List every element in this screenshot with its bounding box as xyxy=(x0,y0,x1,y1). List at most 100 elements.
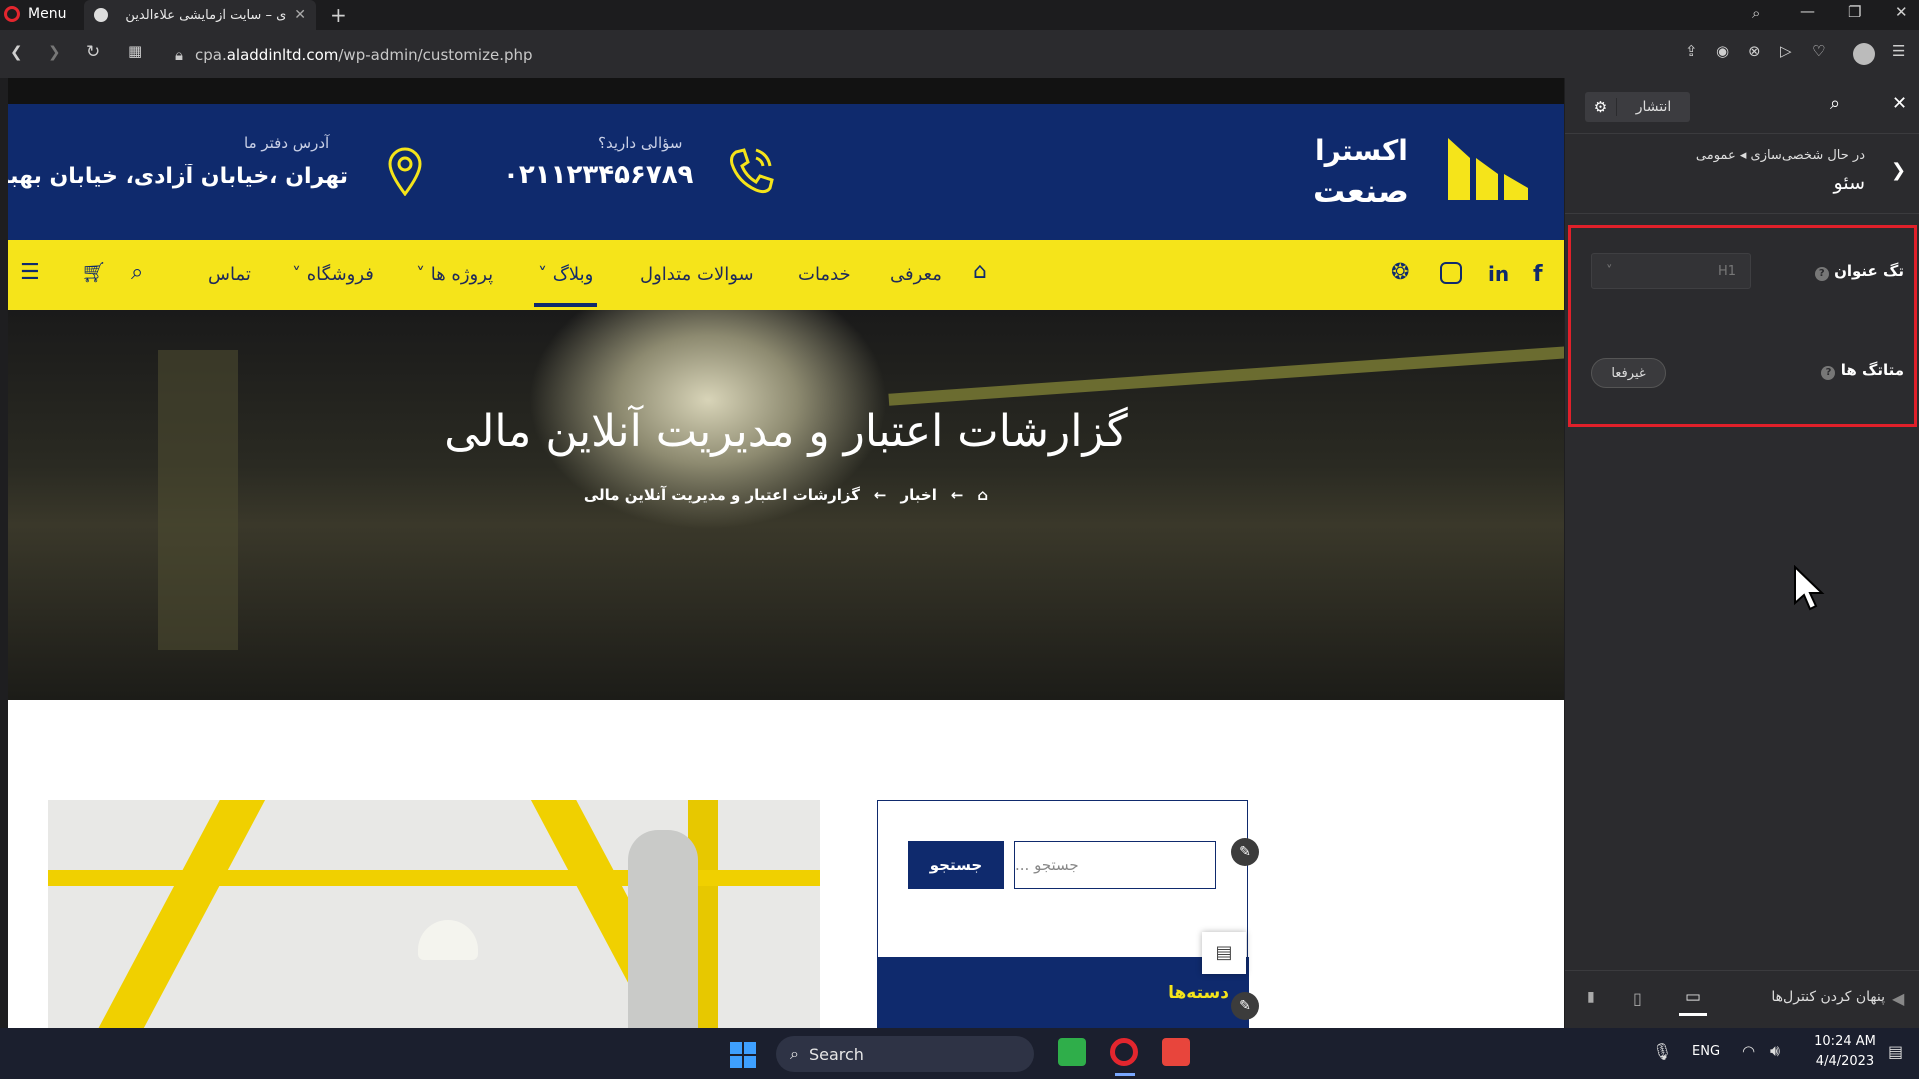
camtasia-red-icon[interactable] xyxy=(1162,1038,1190,1066)
easy-setup-icon[interactable]: ☰ xyxy=(1892,42,1905,60)
panel-search-icon[interactable]: ⌕ xyxy=(1830,93,1840,114)
linkedin-icon[interactable]: in xyxy=(1488,262,1509,286)
taskbar-search-icon: ⌕ xyxy=(790,1044,799,1063)
breadcrumb-news[interactable]: اخبار xyxy=(901,486,937,504)
clock-time[interactable]: 10:24 AM xyxy=(1810,1034,1880,1049)
back-chevron-icon[interactable]: ❯ xyxy=(1891,160,1906,181)
wifi-icon[interactable]: ◠ xyxy=(1742,1042,1755,1060)
active-app-indicator xyxy=(1115,1073,1135,1076)
settings-gear-icon[interactable]: ⚙ xyxy=(1585,98,1617,116)
reload-icon[interactable]: ↻ xyxy=(86,42,100,62)
edit-shortcut-icon[interactable]: ✎ xyxy=(1231,992,1259,1020)
hamburger-menu-icon[interactable]: ☰ xyxy=(20,260,40,285)
nav-blog-label: وبلاگ xyxy=(552,264,594,285)
highlight-box xyxy=(1568,225,1917,427)
close-tab-icon[interactable]: ✕ xyxy=(294,7,306,23)
forward-icon[interactable]: ❯ xyxy=(48,43,61,61)
logo-mark-icon xyxy=(1448,138,1530,200)
adblock-icon[interactable]: ⊗ xyxy=(1748,42,1761,60)
breadcrumb-arrow-icon: ← xyxy=(873,486,887,504)
hide-controls-button[interactable]: پنهان کردن کنترل‌ها xyxy=(1745,989,1885,1005)
publish-button[interactable]: انتشار xyxy=(1617,99,1690,115)
clock-date[interactable]: 4/4/2023 xyxy=(1810,1054,1880,1069)
volume-icon[interactable]: 🔊︎ xyxy=(1770,1041,1780,1061)
top-strip xyxy=(8,78,1564,104)
url-domain: aladdinltd.com xyxy=(226,46,339,64)
post-featured-image xyxy=(48,800,820,1028)
home-icon[interactable]: ⌂ xyxy=(973,259,987,284)
language-indicator[interactable]: ENG xyxy=(1692,1044,1720,1059)
taskbar-search-label: Search xyxy=(808,1044,864,1064)
nav-item-contact[interactable]: تماس xyxy=(208,264,251,285)
site-favicon-icon xyxy=(94,8,108,22)
minimize-icon[interactable]: — xyxy=(1800,2,1815,20)
breadcrumb-section: عمومی xyxy=(1695,148,1736,163)
share-icon[interactable]: ⇪ xyxy=(1685,42,1698,60)
categories-header: دسته‌ها xyxy=(878,957,1249,1028)
search-input[interactable]: جستجو ... xyxy=(1014,841,1216,889)
nav-item-services[interactable]: خدمات xyxy=(798,264,851,285)
breadcrumb-home-icon[interactable]: ⌂ xyxy=(977,486,988,504)
notifications-icon[interactable]: ▤ xyxy=(1888,1042,1903,1061)
nav-item-faq[interactable]: سوالات متداول xyxy=(640,264,754,285)
meta-tags-toggle[interactable]: غیرفعا xyxy=(1591,358,1666,388)
facebook-icon[interactable]: f xyxy=(1533,262,1543,287)
nav-item-projects[interactable]: پروژه ها ˅ xyxy=(416,264,493,285)
tab-title: ی – سایت آزمایشی علاءالدین xyxy=(125,7,287,23)
edit-shortcut-icon[interactable]: ✎ xyxy=(1231,838,1259,866)
tunnel-rail xyxy=(888,346,1564,406)
opera-logo-icon[interactable] xyxy=(4,6,20,22)
hero-title: گزارشات اعتبار و مدیریت آنلاین مالی xyxy=(444,406,1128,457)
opera-taskbar-icon[interactable] xyxy=(1110,1038,1138,1066)
customizer-panel: ✕ ⌕ ⚙ انتشار ❯ در حال شخصی‌سازی ◂ عمومی … xyxy=(1565,78,1919,1028)
search-button[interactable]: جستجو xyxy=(908,841,1004,889)
browser-tab-active[interactable]: ✕ ی – سایت آزمایشی علاءالدین xyxy=(84,0,316,30)
breadcrumb-arrow-icon: ← xyxy=(950,486,964,504)
aparat-icon[interactable]: ❂ xyxy=(1391,260,1409,285)
url-field[interactable]: 🔒︎ cpa.aladdinltd.com/wp-admin/customize… xyxy=(175,40,1645,70)
search-tabs-icon[interactable]: ⌕ xyxy=(1752,4,1760,22)
url-prefix: cpa. xyxy=(194,46,227,64)
back-icon[interactable]: ❮ xyxy=(10,43,23,61)
instagram-icon[interactable] xyxy=(1440,262,1462,284)
tab-grid-icon[interactable]: ▦ xyxy=(128,42,142,60)
lock-icon: 🔒︎ xyxy=(175,46,183,64)
worker-helmet xyxy=(418,920,478,960)
location-pin-icon xyxy=(386,146,424,197)
menu-button[interactable]: Menu xyxy=(28,6,66,22)
chat-icon[interactable]: ▤ xyxy=(1202,932,1246,974)
section-title: سئو xyxy=(1833,172,1865,194)
desktop-preview-icon[interactable]: ▭ xyxy=(1679,987,1708,1016)
breadcrumb-current: گزارشات اعتبار و مدیریت آنلاین مالی xyxy=(583,486,860,504)
nav-item-blog[interactable]: وبلاگ ˅ xyxy=(533,264,598,307)
heart-icon[interactable]: ♡ xyxy=(1812,42,1825,60)
windows-start-icon[interactable] xyxy=(730,1042,756,1068)
new-tab-icon[interactable]: + xyxy=(330,3,347,27)
mobile-preview-icon[interactable]: ▮ xyxy=(1587,989,1595,1005)
restore-icon[interactable]: ❐ xyxy=(1848,3,1861,21)
window-close-icon[interactable]: ✕ xyxy=(1895,3,1908,21)
profile-avatar[interactable] xyxy=(1853,43,1875,65)
search-icon[interactable]: ⌕ xyxy=(131,260,143,285)
taskbar-search[interactable]: ⌕ Search xyxy=(776,1036,1034,1072)
breadcrumb-lead: در حال شخصی‌سازی xyxy=(1750,148,1865,163)
cart-icon[interactable]: 🛒︎ xyxy=(81,260,106,284)
logo-line2: صنعت xyxy=(1313,172,1409,210)
nav-item-about[interactable]: معرفی xyxy=(890,264,942,285)
nav-projects-label: پروژه ها xyxy=(430,264,494,285)
panel-footer: ◀ پنهان کردن کنترل‌ها ▭ ▯ ▮ xyxy=(1565,970,1919,1028)
tablet-preview-icon[interactable]: ▯ xyxy=(1633,989,1642,1008)
phone-icon xyxy=(726,144,776,196)
microphone-icon[interactable]: 🎙︎ xyxy=(1652,1042,1672,1061)
send-icon[interactable]: ▷ xyxy=(1780,42,1792,60)
section-breadcrumb: ❯ در حال شخصی‌سازی ◂ عمومی سئو xyxy=(1565,134,1919,214)
camtasia-green-icon[interactable] xyxy=(1058,1038,1086,1066)
close-customizer-icon[interactable]: ✕ xyxy=(1892,93,1907,114)
site-preview: اکسترا صنعت سؤالی دارید؟ ۰۲۱۱۲۳۴۵۶۷۸۹ آد… xyxy=(8,78,1564,1028)
categories-title: دسته‌ها xyxy=(1168,983,1229,1003)
collapse-icon[interactable]: ◀ xyxy=(1892,989,1904,1008)
contact-phone[interactable]: ۰۲۱۱۲۳۴۵۶۷۸۹ xyxy=(503,160,693,190)
nav-item-shop[interactable]: فروشگاه ˅ xyxy=(292,264,374,285)
sidebar-search-widget: جستجو ... جستجو دسته‌ها xyxy=(877,800,1249,1028)
snapshot-icon[interactable]: ◉ xyxy=(1716,42,1729,60)
